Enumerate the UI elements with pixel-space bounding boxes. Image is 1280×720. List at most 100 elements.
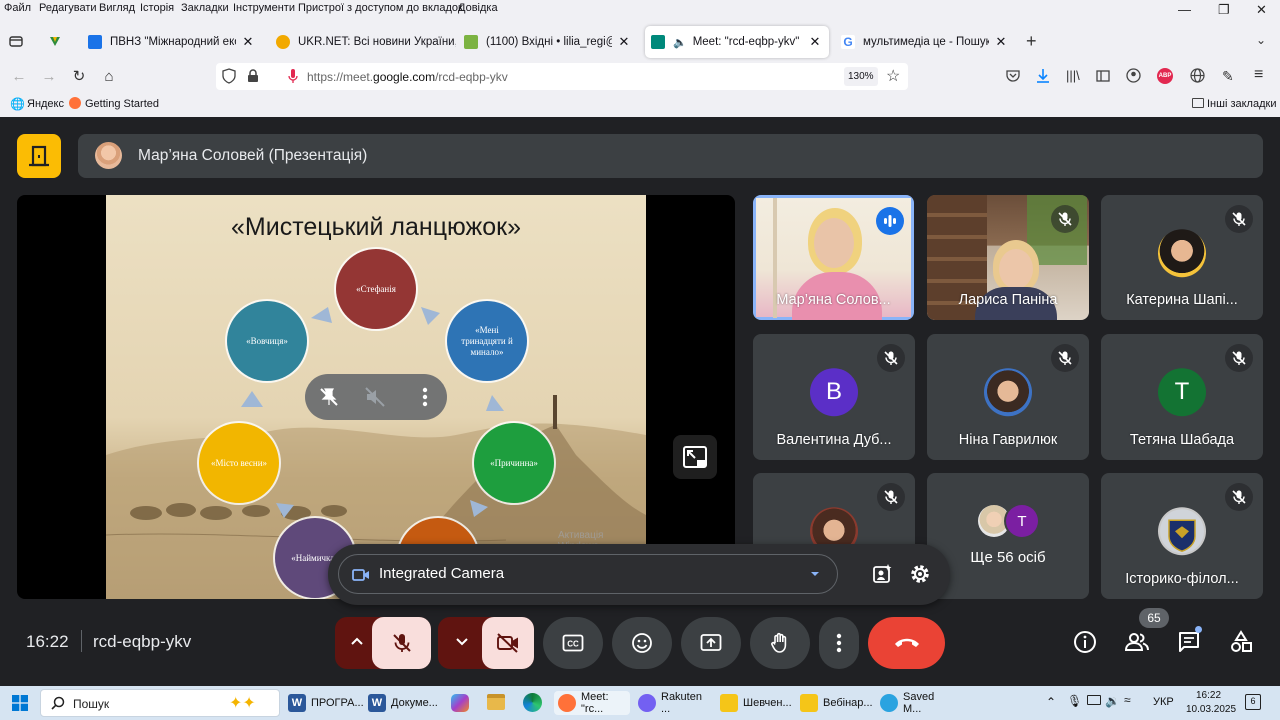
microphone-tray-icon[interactable]: 🎙 xyxy=(1067,694,1082,708)
menu-view[interactable]: Вигляд xyxy=(99,2,135,14)
menu-bookmarks[interactable]: Закладки xyxy=(181,2,229,14)
taskbar-app-folder-2[interactable]: Вебінар... xyxy=(800,691,873,715)
meet-logo[interactable] xyxy=(17,134,61,178)
lock-icon[interactable] xyxy=(247,69,259,83)
microphone-toggle-button[interactable] xyxy=(372,617,431,669)
show-hidden-icons-icon[interactable]: ⌃ xyxy=(1046,695,1056,709)
activities-button[interactable] xyxy=(1224,625,1258,659)
participant-tile[interactable]: Мар’яна Солов... xyxy=(753,195,914,320)
raise-hand-button[interactable] xyxy=(750,617,810,669)
menu-tools[interactable]: Інструменти xyxy=(233,2,295,14)
speaker-icon[interactable]: 🔈 xyxy=(673,36,687,49)
taskbar-app-firefox[interactable]: Meet: "rc... xyxy=(554,691,630,715)
tab-ukrnet[interactable]: UKR.NET: Всі новини України, ... xyxy=(276,35,456,49)
participant-tile[interactable]: Катерина Шапі... xyxy=(1101,195,1263,320)
edge-icon[interactable] xyxy=(523,693,542,712)
more-participants-tile[interactable]: T Ще 56 осіб xyxy=(927,473,1089,599)
wifi-icon[interactable]: ≈ xyxy=(1124,693,1131,707)
people-button[interactable] xyxy=(1120,625,1154,659)
microphone-permission-icon[interactable] xyxy=(288,68,298,84)
other-bookmarks[interactable]: Інші закладки xyxy=(1207,98,1276,110)
zoom-level[interactable]: 130% xyxy=(844,67,878,86)
reactions-button[interactable] xyxy=(612,617,672,669)
download-icon[interactable] xyxy=(1036,68,1050,84)
notifications-icon[interactable]: 6 xyxy=(1245,694,1261,710)
menu-file[interactable]: Файл xyxy=(4,2,31,14)
tab-mail[interactable]: (1100) Вхідні • lilia_regi@ukr.ne... ✕ xyxy=(458,26,638,58)
back-icon[interactable]: ← xyxy=(10,68,28,86)
camera-toggle-button[interactable] xyxy=(482,617,534,669)
camera-select[interactable]: Integrated Camera xyxy=(338,554,838,594)
menu-history[interactable]: Історія xyxy=(140,2,174,14)
menu-help[interactable]: Довідка xyxy=(458,2,498,14)
taskbar-app-viber[interactable]: Rakuten ... xyxy=(638,691,712,715)
globe-icon[interactable] xyxy=(1190,68,1205,83)
input-language[interactable]: УКР xyxy=(1153,696,1174,708)
close-window-icon[interactable]: ✕ xyxy=(1256,2,1267,18)
account-icon[interactable] xyxy=(1126,68,1141,83)
settings-gear-icon[interactable] xyxy=(909,563,931,585)
sidebar-icon[interactable] xyxy=(1096,69,1110,83)
pocket-icon[interactable] xyxy=(1006,69,1020,83)
participant-tile[interactable]: Ніна Гаврилюк xyxy=(927,334,1089,460)
more-options-button[interactable] xyxy=(819,617,859,669)
apply-effects-icon[interactable] xyxy=(871,563,893,585)
mute-audio-icon[interactable] xyxy=(363,385,387,409)
participant-tile[interactable]: B Валентина Дуб... xyxy=(753,334,915,460)
tab-list-icon[interactable]: ⌄ xyxy=(1256,33,1266,47)
participant-tile[interactable]: Історико-філол... xyxy=(1101,473,1263,599)
tab-meet[interactable]: 🔈 Meet: "rcd-eqbp-ykv" ✕ xyxy=(645,26,829,58)
meeting-details-button[interactable] xyxy=(1068,625,1102,659)
forward-icon[interactable]: → xyxy=(40,68,58,86)
present-button[interactable] xyxy=(681,617,741,669)
pip-button[interactable] xyxy=(673,435,717,479)
taskbar-app-telegram[interactable]: Saved M... xyxy=(880,691,952,715)
video-options-chevron-icon[interactable] xyxy=(452,631,472,651)
url-bar[interactable]: https://meet.google.com/rcd-eqbp-ykv 130… xyxy=(216,63,908,90)
bookmark-star-icon[interactable]: ☆ xyxy=(886,66,900,86)
file-explorer-icon[interactable] xyxy=(487,694,505,710)
volume-icon[interactable]: 🔉 xyxy=(1105,694,1120,708)
tab-close-icon[interactable]: ✕ xyxy=(240,34,256,50)
tab-close-icon[interactable]: ✕ xyxy=(807,34,823,50)
taskbar-app-folder-1[interactable]: Шевчен... xyxy=(720,691,792,715)
audio-options-chevron-icon[interactable] xyxy=(347,631,367,651)
taskbar-clock-date[interactable]: 10.03.2025 xyxy=(1186,704,1236,715)
taskbar-app-word-1[interactable]: W ПРОГРА... xyxy=(288,691,364,715)
bookmark-yandex[interactable]: Яндекс xyxy=(27,98,64,110)
reload-icon[interactable]: ↻ xyxy=(70,68,88,86)
tab-google-search[interactable]: G мультимедіа це - Пошук Goog... ✕ xyxy=(835,26,1015,58)
pin-off-icon[interactable] xyxy=(317,385,341,409)
taskbar-app-word-2[interactable]: W Докуме... xyxy=(368,691,438,715)
shield-icon[interactable] xyxy=(222,68,236,84)
telegram-icon xyxy=(880,694,898,712)
home-icon[interactable]: ⌂ xyxy=(100,68,118,86)
extensions-icon[interactable]: ✎ xyxy=(1222,68,1234,85)
bookmark-getting-started[interactable]: Getting Started xyxy=(85,98,159,110)
adblock-icon[interactable]: ABP xyxy=(1157,68,1173,84)
windows-start-icon[interactable] xyxy=(12,695,28,711)
tab-close-icon[interactable]: ✕ xyxy=(993,34,1009,50)
taskbar-clock-time[interactable]: 16:22 xyxy=(1196,690,1221,701)
tab-close-icon[interactable]: ✕ xyxy=(616,34,632,50)
captions-button[interactable]: CC xyxy=(543,617,603,669)
taskbar-search-box[interactable]: Пошук ✦✦ xyxy=(40,689,280,717)
library-icon[interactable]: |||\ xyxy=(1066,68,1080,83)
menu-devices[interactable]: Пристрої з доступом до вкладок xyxy=(298,2,463,14)
participant-name: Лариса Паніна xyxy=(958,292,1058,308)
url-text[interactable]: https://meet.google.com/rcd-eqbp-ykv xyxy=(307,70,508,84)
hamburger-menu-icon[interactable]: ≡ xyxy=(1254,66,1263,84)
pinned-tab-icon[interactable] xyxy=(48,34,62,48)
more-options-icon[interactable] xyxy=(413,385,437,409)
menu-edit[interactable]: Редагувати xyxy=(39,2,97,14)
copilot-icon[interactable] xyxy=(451,694,469,712)
leave-call-button[interactable] xyxy=(868,617,945,669)
participant-tile[interactable]: Лариса Паніна xyxy=(927,195,1089,320)
tab-pvnz[interactable]: ПВНЗ "Міжнародний економі... ✕ xyxy=(82,26,262,58)
new-tab-icon[interactable]: + xyxy=(1026,31,1037,52)
restore-icon[interactable]: ❐ xyxy=(1218,2,1230,18)
battery-icon[interactable] xyxy=(1087,695,1101,705)
tab-overview-icon[interactable] xyxy=(8,33,24,49)
participant-tile[interactable]: T Тетяна Шабада xyxy=(1101,334,1263,460)
minimize-icon[interactable]: — xyxy=(1178,2,1191,17)
